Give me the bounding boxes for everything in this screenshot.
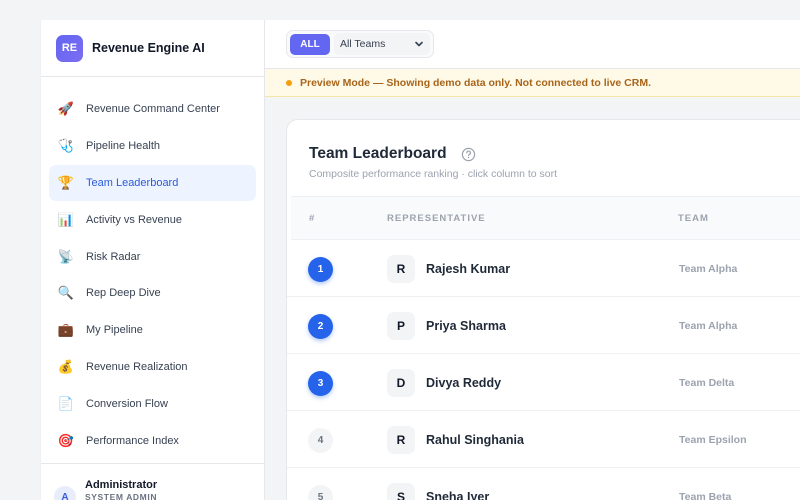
sidebar-item-label: My Pipeline: [86, 324, 143, 337]
warning-dot-icon: [286, 79, 292, 86]
document-icon: 📄: [57, 395, 75, 411]
sidebar-item-activity-vs-revenue[interactable]: 📊 Activity vs Revenue: [49, 201, 256, 238]
team-name: Team Epsilon: [679, 434, 747, 446]
page-title: Team Leaderboard: [309, 145, 447, 162]
banner-text: Preview Mode — Showing demo data only. N…: [300, 76, 652, 89]
table-row[interactable]: 5 S Sneha Iyer Team Beta: [287, 468, 800, 500]
rep-avatar: R: [387, 255, 415, 283]
chevron-down-icon: [415, 41, 423, 47]
all-filter-button[interactable]: ALL: [290, 33, 330, 55]
sidebar-item-pipeline-health[interactable]: 🩺 Pipeline Health: [49, 128, 256, 165]
avatar: A: [54, 486, 76, 500]
sidebar-item-rep-deep-dive[interactable]: 🔍 Rep Deep Dive: [49, 275, 256, 312]
rep-avatar: P: [387, 312, 415, 340]
team-name: Team Alpha: [679, 320, 738, 332]
team-name: Team Beta: [679, 491, 732, 500]
help-icon[interactable]: [461, 147, 476, 162]
user-profile[interactable]: A Administrator SYSTEM ADMIN: [41, 463, 264, 500]
target-icon: 🎯: [57, 432, 75, 448]
sidebar-item-label: Revenue Realization: [86, 360, 188, 373]
table-row[interactable]: 2 P Priya Sharma Team Alpha: [287, 297, 800, 354]
user-name: Administrator: [85, 479, 158, 491]
sidebar-item-label: Activity vs Revenue: [86, 213, 182, 226]
sidebar-item-label: Pipeline Health: [86, 140, 160, 153]
rep-avatar: S: [387, 483, 415, 500]
column-representative[interactable]: REPRESENTATIVE: [387, 213, 486, 224]
sidebar-item-risk-radar[interactable]: 📡 Risk Radar: [49, 238, 256, 275]
rank-badge: 2: [308, 314, 333, 339]
sidebar-nav: 🚀 Revenue Command Center 🩺 Pipeline Health 🏆…: [41, 77, 264, 459]
team-select-value: All Teams: [340, 38, 386, 50]
sidebar-item-label: Risk Radar: [86, 250, 141, 263]
pipeline-health-icon: 🩺: [57, 138, 75, 154]
sidebar-item-label: Rep Deep Dive: [86, 287, 161, 300]
trophy-icon: 🏆: [57, 174, 75, 190]
sidebar-item-label: Revenue Command Center: [86, 103, 220, 116]
table-row[interactable]: 3 D Divya Reddy Team Delta: [287, 354, 800, 411]
sidebar-item-revenue-command-center[interactable]: 🚀 Revenue Command Center: [49, 91, 256, 128]
sidebar-item-revenue-realization[interactable]: 💰 Revenue Realization: [49, 349, 256, 386]
table-header: # REPRESENTATIVE TEAM: [291, 196, 800, 240]
sidebar-item-label: Performance Index: [86, 434, 179, 447]
rank-badge: 5: [308, 485, 333, 500]
rank-badge: 1: [308, 257, 333, 282]
brand-name: Revenue Engine AI: [92, 41, 205, 55]
rep-name: Rahul Singhania: [426, 433, 524, 447]
preview-mode-banner: Preview Mode — Showing demo data only. N…: [265, 69, 800, 97]
bar-chart-icon: 📊: [57, 211, 75, 227]
rep-avatar: R: [387, 426, 415, 454]
brand-logo: RE: [56, 34, 83, 62]
brand-header[interactable]: RE Revenue Engine AI: [41, 20, 264, 77]
briefcase-icon: 💼: [57, 322, 75, 338]
team-name: Team Delta: [679, 377, 735, 389]
sidebar-item-team-leaderboard[interactable]: 🏆 Team Leaderboard: [49, 164, 256, 202]
topbar: ALL All Teams: [265, 20, 800, 69]
column-team[interactable]: TEAM: [678, 213, 709, 224]
team-name: Team Alpha: [679, 263, 738, 275]
leaderboard-card: Team Leaderboard Composite performance r…: [286, 119, 800, 500]
column-rank[interactable]: #: [309, 213, 315, 224]
team-filter-group: ALL All Teams: [286, 30, 434, 58]
rank-badge: 3: [308, 371, 333, 396]
rep-avatar: D: [387, 369, 415, 397]
table-row[interactable]: 4 R Rahul Singhania Team Epsilon: [287, 411, 800, 468]
user-role: SYSTEM ADMIN: [85, 492, 158, 500]
rep-name: Divya Reddy: [426, 376, 502, 390]
money-bag-icon: 💰: [57, 358, 75, 374]
rank-badge: 4: [308, 428, 333, 453]
sidebar-item-label: Team Leaderboard: [86, 176, 179, 189]
magnifier-icon: 🔍: [57, 285, 75, 301]
sidebar-item-performance-index[interactable]: 🎯 Performance Index: [49, 422, 256, 459]
card-subtitle: Composite performance ranking · click co…: [309, 168, 558, 180]
sidebar-item-my-pipeline[interactable]: 💼 My Pipeline: [49, 312, 256, 349]
rocket-icon: 🚀: [57, 101, 75, 117]
team-select[interactable]: All Teams: [334, 33, 430, 55]
rep-name: Sneha Iyer: [426, 490, 490, 500]
rep-name: Priya Sharma: [426, 319, 506, 333]
sidebar-item-conversion-flow[interactable]: 📄 Conversion Flow: [49, 385, 256, 422]
sidebar: RE Revenue Engine AI 🚀 Revenue Command Ce…: [40, 20, 265, 500]
table-row[interactable]: 1 R Rajesh Kumar Team Alpha: [287, 240, 800, 297]
sidebar-item-label: Conversion Flow: [86, 397, 168, 410]
rep-name: Rajesh Kumar: [426, 262, 511, 276]
card-title-row: Team Leaderboard: [309, 145, 476, 163]
radar-icon: 📡: [57, 248, 75, 264]
